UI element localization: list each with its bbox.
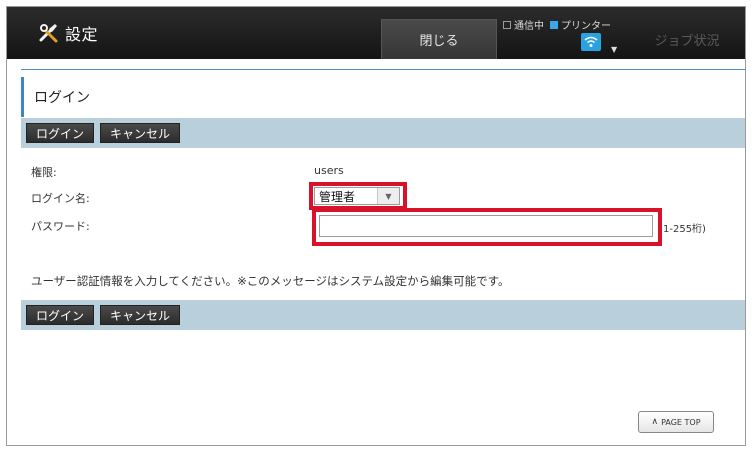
wifi-dropdown-icon[interactable]: ▼ [611, 45, 617, 54]
printer-indicator-icon [550, 20, 558, 29]
cancel-button[interactable]: キャンセル [100, 123, 181, 143]
chevron-up-icon: ∧ [651, 417, 659, 427]
login-button-bottom[interactable]: ログイン [26, 305, 95, 325]
password-label: パスワード: [31, 220, 90, 233]
settings-title: 設定 [37, 21, 98, 45]
close-button[interactable]: 閉じる [381, 19, 497, 59]
authority-value: users [314, 164, 344, 177]
page-top-button[interactable]: ∧ PAGE TOP [638, 411, 714, 433]
login-button[interactable]: ログイン [26, 123, 95, 143]
highlight-login-name [309, 182, 407, 210]
highlight-password [312, 208, 662, 246]
top-bar: 設定 閉じる 通信中 プリンター ▼ ジョブ状況 [7, 7, 745, 59]
auth-message: ユーザー認証情報を入力してください。※このメッセージはシステム設定から編集可能で… [31, 274, 510, 288]
login-name-label: ログイン名: [31, 192, 90, 205]
status-comm: 通信中 [514, 21, 544, 32]
status-area: 通信中 プリンター ▼ [503, 17, 631, 57]
job-status-button[interactable]: ジョブ状況 [637, 19, 737, 59]
page-title-settings: 設定 [65, 25, 99, 44]
page-heading: ログイン [21, 77, 745, 117]
cancel-button-bottom[interactable]: キャンセル [100, 305, 181, 325]
status-printer: プリンター [561, 21, 611, 32]
tools-icon [39, 24, 58, 43]
password-length-hint: 1-255桁) [663, 224, 706, 235]
page-top-label: PAGE TOP [661, 417, 701, 427]
wifi-icon[interactable] [581, 33, 601, 51]
app-window: 設定 閉じる 通信中 プリンター ▼ ジョブ状況 ログイン ログイン キャンセル… [6, 6, 746, 446]
header-divider [21, 69, 745, 70]
top-action-bar: ログイン キャンセル [21, 118, 745, 148]
page-title: ログイン [34, 90, 90, 106]
bottom-action-bar: ログイン キャンセル [21, 300, 745, 330]
authority-label: 権限: [31, 166, 57, 179]
comm-indicator-icon [503, 20, 511, 29]
